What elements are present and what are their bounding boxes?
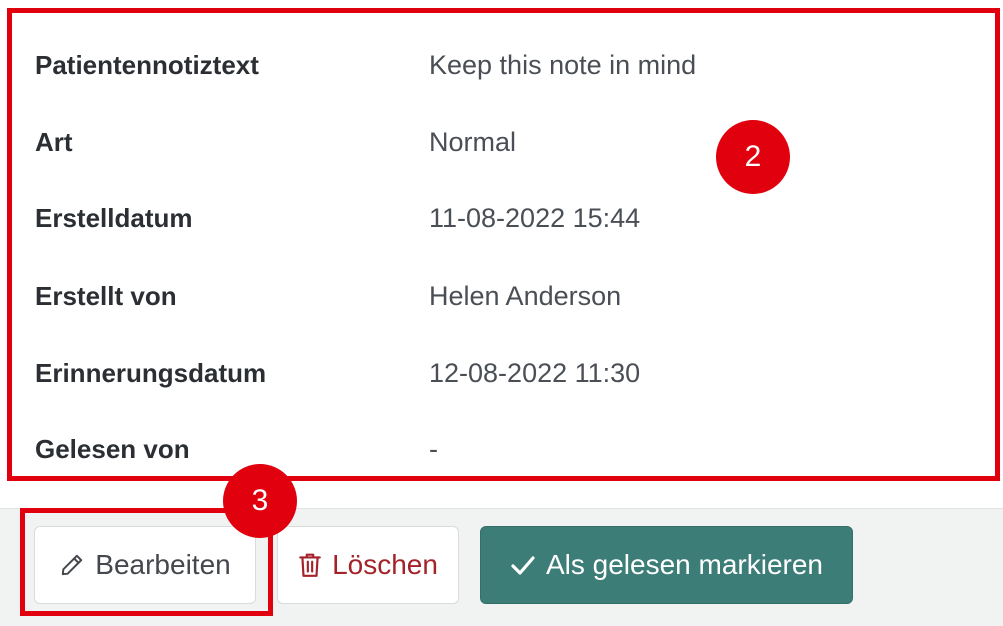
- detail-value: 12-08-2022 11:30: [429, 358, 641, 388]
- mark-as-read-button-label: Als gelesen markieren: [545, 549, 824, 580]
- detail-label: Patientennotiztext: [35, 50, 259, 80]
- annotation-callout-3: 3: [223, 464, 297, 538]
- detail-value: Normal: [429, 127, 517, 157]
- note-detail-screen: Patientennotiztext Keep this note in min…: [0, 0, 1003, 626]
- delete-button-label: Löschen: [332, 549, 438, 580]
- delete-button[interactable]: Löschen: [277, 526, 459, 604]
- detail-label: Gelesen von: [35, 434, 190, 464]
- detail-row-created-by: Erstellt von Helen Anderson: [0, 271, 1003, 321]
- edit-button-label: Bearbeiten: [95, 549, 231, 580]
- detail-row-reminder-date: Erinnerungsdatum 12-08-2022 11:30: [0, 348, 1003, 398]
- footer-divider: [0, 508, 1003, 509]
- detail-value: 11-08-2022 15:44: [429, 203, 641, 233]
- detail-label: Erstellt von: [35, 281, 177, 311]
- detail-label: Erinnerungsdatum: [35, 358, 267, 388]
- detail-row-note-text: Patientennotiztext Keep this note in min…: [0, 40, 1003, 90]
- note-details-panel: Patientennotiztext Keep this note in min…: [0, 0, 1003, 505]
- annotation-callout-2: 2: [716, 120, 790, 194]
- detail-value: Helen Anderson: [429, 281, 622, 311]
- detail-row-read-by: Gelesen von -: [0, 424, 1003, 474]
- detail-row-created-date: Erstelldatum 11-08-2022 15:44: [0, 193, 1003, 243]
- detail-label: Erstelldatum: [35, 203, 193, 233]
- trash-icon: [298, 552, 322, 578]
- detail-row-type: Art Normal: [0, 117, 1003, 167]
- detail-value: Keep this note in mind: [429, 50, 697, 80]
- check-icon: [510, 554, 536, 576]
- pencil-icon: [59, 552, 85, 578]
- detail-value: -: [429, 434, 438, 464]
- mark-as-read-button[interactable]: Als gelesen markieren: [480, 526, 853, 604]
- edit-button[interactable]: Bearbeiten: [34, 526, 256, 604]
- detail-label: Art: [35, 127, 73, 157]
